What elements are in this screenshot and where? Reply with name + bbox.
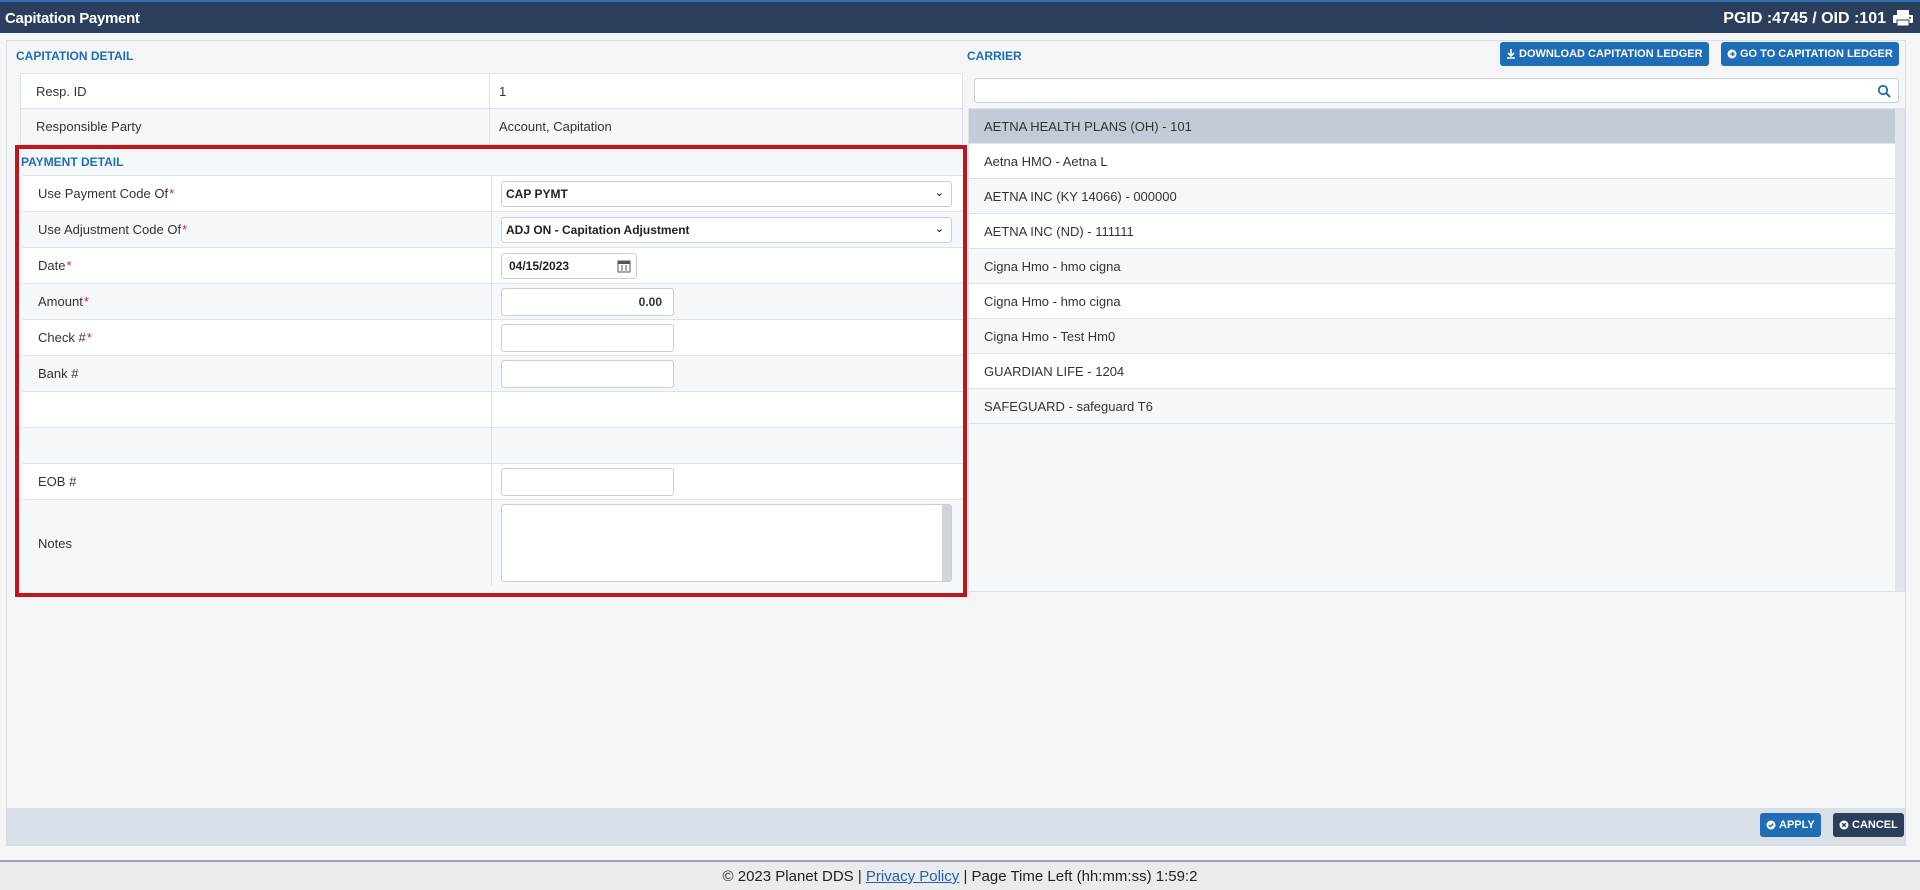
responsible-party-label: Responsible Party — [21, 109, 490, 144]
payment-code-select[interactable]: CAP PYMT ⌄ — [501, 180, 952, 207]
carrier-list-scrollbar[interactable] — [1895, 109, 1904, 591]
payment-code-row: Use Payment Code Of * CAP PYMT ⌄ — [23, 176, 963, 212]
check-circle-icon — [1766, 820, 1776, 830]
search-icon[interactable] — [1877, 84, 1891, 98]
bank-label: Bank # — [23, 356, 492, 391]
notes-label: Notes — [23, 500, 492, 586]
amount-input[interactable]: 0.00 — [501, 287, 674, 316]
notes-textarea[interactable] — [501, 504, 952, 582]
check-label: Check # * — [23, 320, 492, 355]
chevron-down-icon: ⌄ — [934, 186, 944, 199]
payment-code-label: Use Payment Code Of * — [23, 176, 492, 211]
check-input[interactable] — [501, 323, 674, 352]
carrier-item[interactable]: SAFEGUARD - safeguard T6 — [969, 389, 1904, 424]
cancel-button[interactable]: CANCEL — [1833, 813, 1904, 837]
adjustment-code-label: Use Adjustment Code Of * — [23, 212, 492, 247]
page-title: Capitation Payment — [5, 10, 140, 27]
carrier-item[interactable]: Aetna HMO - Aetna L — [969, 144, 1904, 179]
adjustment-code-select[interactable]: ADJ ON - Capitation Adjustment ⌄ — [501, 216, 952, 243]
resp-id-label: Resp. ID — [21, 74, 490, 108]
arrow-circle-icon — [1727, 49, 1737, 59]
title-bar: Capitation Payment PGID :4745 / OID :101 — [0, 2, 1920, 33]
empty-row — [23, 428, 963, 464]
copyright-text: © 2023 Planet DDS | — [722, 868, 862, 885]
carrier-item[interactable]: Cigna Hmo - Test Hm0 — [969, 319, 1904, 354]
carrier-title: CARRIER — [967, 49, 1022, 63]
eob-input[interactable] — [501, 467, 674, 496]
adjustment-code-row: Use Adjustment Code Of * ADJ ON - Capitat… — [23, 212, 963, 248]
chevron-down-icon: ⌄ — [934, 222, 944, 235]
bank-row: Bank # — [23, 356, 963, 392]
date-label: Date * — [23, 248, 492, 283]
check-row: Check # * — [23, 320, 963, 356]
pgid-oid-label: PGID :4745 / OID :101 — [1723, 10, 1886, 27]
download-capitation-ledger-button[interactable]: DOWNLOAD CAPITATION LEDGER — [1500, 42, 1709, 66]
times-circle-icon — [1839, 820, 1849, 830]
payment-detail-table: Use Payment Code Of * CAP PYMT ⌄ Use Adjus… — [23, 175, 963, 586]
carrier-item[interactable]: GUARDIAN LIFE - 1204 — [969, 354, 1904, 389]
notes-row: Notes — [23, 500, 963, 586]
privacy-policy-link[interactable]: Privacy Policy — [866, 868, 959, 885]
amount-row: Amount * 0.00 — [23, 284, 963, 320]
page-time-left: Page Time Left (hh:mm:ss) 1:59:2 — [971, 868, 1198, 885]
payment-detail-title: PAYMENT DETAIL — [21, 155, 124, 169]
carrier-item[interactable]: AETNA INC (ND) - 111111 — [969, 214, 1904, 249]
carrier-item[interactable]: Cigna Hmo - hmo cigna — [969, 284, 1904, 319]
printer-icon[interactable] — [1892, 9, 1914, 27]
capitation-detail-table: Resp. ID 1 Responsible Party Account, Ca… — [20, 73, 963, 145]
carrier-search-input[interactable] — [974, 78, 1899, 103]
carrier-item[interactable]: AETNA INC (KY 14066) - 000000 — [969, 179, 1904, 214]
go-to-capitation-ledger-button[interactable]: GO TO CAPITATION LEDGER — [1721, 42, 1899, 66]
eob-row: EOB # — [23, 464, 963, 500]
eob-label: EOB # — [23, 464, 492, 499]
resp-id-value: 1 — [499, 83, 507, 99]
carrier-list: AETNA HEALTH PLANS (OH) - 101 Aetna HMO … — [968, 108, 1905, 592]
carrier-item[interactable]: Cigna Hmo - hmo cigna — [969, 249, 1904, 284]
responsible-party-row: Responsible Party Account, Capitation — [21, 109, 962, 144]
resp-id-row: Resp. ID 1 — [21, 74, 962, 109]
responsible-party-value: Account, Capitation — [499, 119, 612, 134]
download-icon — [1507, 49, 1515, 59]
date-input[interactable]: 04/15/2023 — [501, 252, 637, 279]
capitation-detail-title: CAPITATION DETAIL — [16, 49, 134, 63]
apply-button[interactable]: APPLY — [1760, 813, 1821, 837]
carrier-item[interactable]: AETNA HEALTH PLANS (OH) - 101 — [969, 109, 1904, 144]
amount-label: Amount * — [23, 284, 492, 319]
calendar-icon[interactable] — [617, 259, 631, 273]
action-bar: APPLY CANCEL — [7, 808, 1905, 845]
date-row: Date * 04/15/2023 — [23, 248, 963, 284]
empty-row — [23, 392, 963, 428]
bank-input[interactable] — [501, 359, 674, 388]
page-footer: © 2023 Planet DDS | Privacy Policy | Pag… — [0, 860, 1920, 890]
main-panel: CAPITATION DETAIL Resp. ID 1 Responsible… — [6, 40, 1906, 846]
notes-scrollbar[interactable] — [942, 505, 951, 581]
footer-separator: | — [963, 868, 968, 885]
payment-detail-highlight: PAYMENT DETAIL Use Payment Code Of * CAP … — [15, 145, 967, 597]
